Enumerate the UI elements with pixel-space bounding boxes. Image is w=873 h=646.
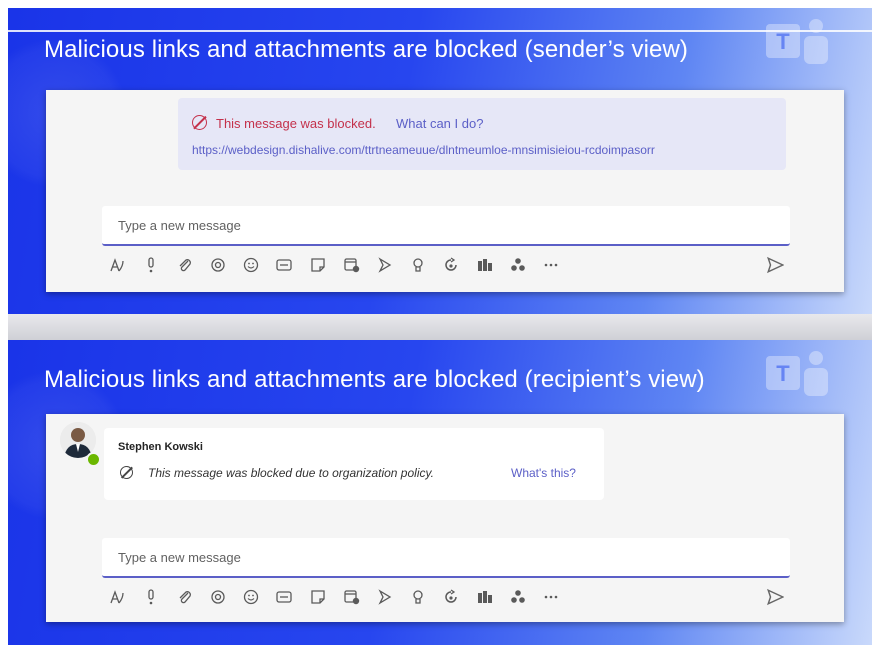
chat-panel: This message was blocked. What can I do?… [46, 90, 844, 292]
emoji-icon[interactable] [242, 588, 260, 606]
message-input[interactable]: Type a new message [102, 206, 790, 246]
blocked-icon [120, 466, 133, 479]
gif-icon[interactable] [275, 588, 293, 606]
format-icon[interactable] [108, 588, 126, 606]
send-icon[interactable] [766, 588, 785, 606]
stream-icon[interactable] [376, 256, 394, 274]
slide-title: Malicious links and attachments are bloc… [44, 36, 688, 63]
sticker-icon[interactable] [309, 588, 327, 606]
teams-logo-icon: T [766, 346, 830, 406]
more-options-icon[interactable] [542, 588, 560, 606]
message-input-placeholder: Type a new message [118, 550, 241, 565]
attach-icon[interactable] [176, 588, 194, 606]
chat-panel: Stephen Kowski This message was blocked … [46, 414, 844, 622]
message-input-placeholder: Type a new message [118, 218, 241, 233]
approvals-icon[interactable] [442, 588, 460, 606]
svg-text:T: T [776, 29, 790, 54]
praise-icon[interactable] [409, 256, 427, 274]
loop-icon[interactable] [209, 256, 227, 274]
attach-icon[interactable] [176, 256, 194, 274]
gif-icon[interactable] [275, 256, 293, 274]
blocked-url: https://webdesign.dishalive.com/ttrtneam… [192, 143, 655, 157]
format-icon[interactable] [108, 256, 126, 274]
loop-icon[interactable] [209, 588, 227, 606]
schedule-meeting-icon[interactable] [343, 588, 361, 606]
sticker-icon[interactable] [309, 256, 327, 274]
message-input[interactable]: Type a new message [102, 538, 790, 578]
praise-icon[interactable] [409, 588, 427, 606]
blocked-icon [192, 115, 207, 130]
recipient-view-slide: T Malicious links and attachments are bl… [8, 340, 872, 645]
apps-icon[interactable] [509, 588, 527, 606]
apps-icon[interactable] [509, 256, 527, 274]
schedule-meeting-icon[interactable] [343, 256, 361, 274]
slide-rule [8, 30, 872, 32]
priority-icon[interactable] [142, 256, 160, 274]
more-options-icon[interactable] [542, 256, 560, 274]
presence-available-icon [86, 452, 101, 467]
blocked-policy-text: This message was blocked due to organiza… [148, 466, 434, 480]
emoji-icon[interactable] [242, 256, 260, 274]
priority-icon[interactable] [142, 588, 160, 606]
blocked-message-bubble: This message was blocked. What can I do?… [178, 98, 786, 170]
blocked-text: This message was blocked. [216, 116, 376, 131]
updates-icon[interactable] [476, 256, 494, 274]
slide-divider [8, 314, 872, 340]
whats-this-link[interactable]: What's this? [511, 466, 576, 480]
sender-name: Stephen Kowski [118, 441, 203, 453]
updates-icon[interactable] [476, 588, 494, 606]
received-message-bubble: Stephen Kowski This message was blocked … [104, 428, 604, 500]
approvals-icon[interactable] [442, 256, 460, 274]
svg-text:T: T [776, 361, 790, 386]
stream-icon[interactable] [376, 588, 394, 606]
teams-logo-icon: T [766, 14, 830, 74]
what-can-i-do-link[interactable]: What can I do? [396, 116, 483, 131]
sender-view-slide: T Malicious links and attachments are bl… [8, 8, 872, 314]
send-icon[interactable] [766, 256, 785, 274]
slide-title: Malicious links and attachments are bloc… [44, 366, 705, 393]
